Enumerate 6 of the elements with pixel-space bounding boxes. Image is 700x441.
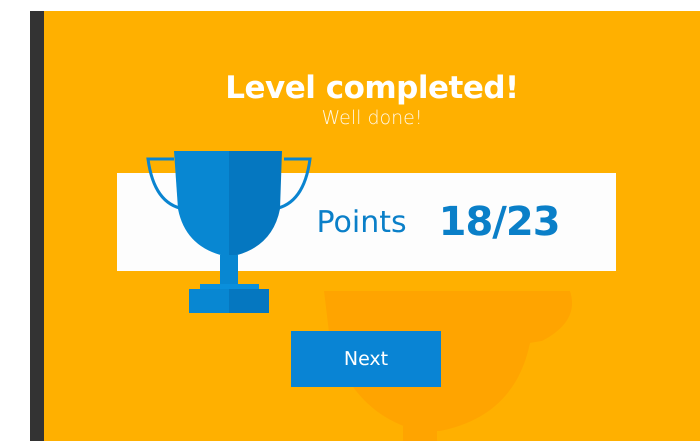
trophy-icon (146, 149, 312, 315)
subtitle: Well done! (322, 106, 422, 130)
next-button[interactable]: Next (291, 331, 441, 387)
level-completed-title: Level completed! (225, 70, 519, 106)
points-value: 18/23 (438, 199, 560, 245)
points-label: Points (316, 204, 407, 240)
